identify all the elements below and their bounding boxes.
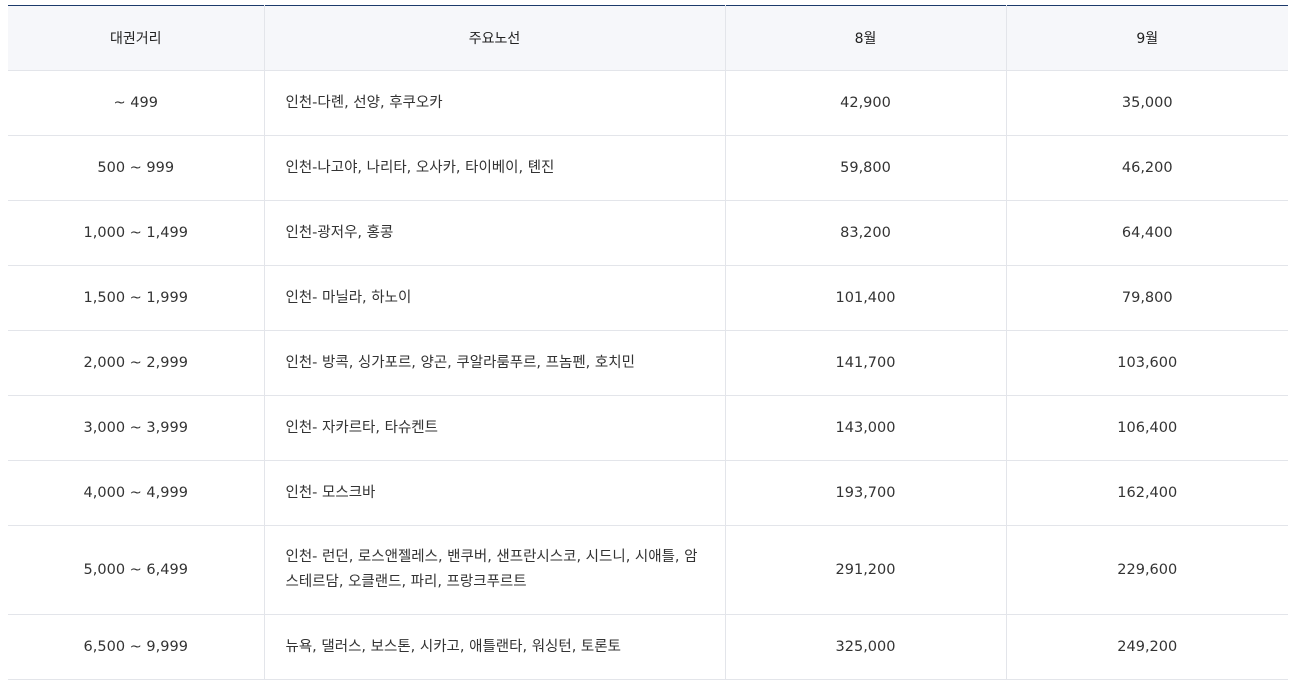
- september-cell: 46,200: [1005, 135, 1288, 201]
- fuel-surcharge-table-wrapper: 대권거리 주요노선 8월 9월 ~ 499 인천-다롄, 선양, 후쿠오카 42…: [8, 5, 1288, 680]
- august-cell: 42,900: [724, 70, 1006, 136]
- table-row: ~ 499 인천-다롄, 선양, 후쿠오카 42,900 35,000: [8, 70, 1288, 136]
- table-row: 3,000 ~ 3,999 인천- 자카르타, 타슈켄트 143,000 106…: [8, 395, 1288, 461]
- august-cell: 193,700: [724, 460, 1006, 526]
- table-row: 1,500 ~ 1,999 인천- 마닐라, 하노이 101,400 79,80…: [8, 265, 1288, 331]
- september-cell: 35,000: [1005, 70, 1288, 136]
- routes-cell: 인천- 방콕, 싱가포르, 양곤, 쿠알라룸푸르, 프놈펜, 호치민: [263, 330, 725, 396]
- august-cell: 141,700: [724, 330, 1006, 396]
- august-cell: 59,800: [724, 135, 1006, 201]
- table-row: 4,000 ~ 4,999 인천- 모스크바 193,700 162,400: [8, 460, 1288, 526]
- september-cell: 162,400: [1005, 460, 1288, 526]
- table-row: 6,500 ~ 9,999 뉴욕, 댈러스, 보스톤, 시카고, 애틀랜타, 워…: [8, 614, 1288, 680]
- table-header: 대권거리 주요노선 8월 9월: [8, 5, 1288, 71]
- distance-cell: 4,000 ~ 4,999: [8, 460, 264, 526]
- distance-cell: 5,000 ~ 6,499: [8, 525, 264, 615]
- routes-cell: 인천- 런던, 로스앤젤레스, 밴쿠버, 샌프란시스코, 시드니, 시애틀, 암…: [263, 525, 725, 615]
- header-september: 9월: [1005, 5, 1288, 71]
- header-row: 대권거리 주요노선 8월 9월: [8, 5, 1288, 71]
- header-august: 8월: [724, 5, 1006, 71]
- september-cell: 249,200: [1005, 614, 1288, 680]
- distance-cell: 1,500 ~ 1,999: [8, 265, 264, 331]
- routes-cell: 뉴욕, 댈러스, 보스톤, 시카고, 애틀랜타, 워싱턴, 토론토: [263, 614, 725, 680]
- routes-cell: 인천- 마닐라, 하노이: [263, 265, 725, 331]
- routes-cell: 인천-나고야, 나리타, 오사카, 타이베이, 톈진: [263, 135, 725, 201]
- routes-cell: 인천-광저우, 홍콩: [263, 200, 725, 266]
- header-routes: 주요노선: [263, 5, 725, 71]
- routes-cell: 인천- 자카르타, 타슈켄트: [263, 395, 725, 461]
- table-row: 500 ~ 999 인천-나고야, 나리타, 오사카, 타이베이, 톈진 59,…: [8, 135, 1288, 201]
- distance-cell: 6,500 ~ 9,999: [8, 614, 264, 680]
- september-cell: 229,600: [1005, 525, 1288, 615]
- distance-cell: 1,000 ~ 1,499: [8, 200, 264, 266]
- table-body: ~ 499 인천-다롄, 선양, 후쿠오카 42,900 35,000 500 …: [8, 70, 1288, 680]
- distance-cell: ~ 499: [8, 70, 264, 136]
- september-cell: 103,600: [1005, 330, 1288, 396]
- august-cell: 325,000: [724, 614, 1006, 680]
- distance-cell: 2,000 ~ 2,999: [8, 330, 264, 396]
- table-row: 5,000 ~ 6,499 인천- 런던, 로스앤젤레스, 밴쿠버, 샌프란시스…: [8, 525, 1288, 615]
- header-distance: 대권거리: [8, 5, 264, 71]
- august-cell: 291,200: [724, 525, 1006, 615]
- august-cell: 143,000: [724, 395, 1006, 461]
- table-row: 1,000 ~ 1,499 인천-광저우, 홍콩 83,200 64,400: [8, 200, 1288, 266]
- august-cell: 83,200: [724, 200, 1006, 266]
- september-cell: 106,400: [1005, 395, 1288, 461]
- table-row: 2,000 ~ 2,999 인천- 방콕, 싱가포르, 양곤, 쿠알라룸푸르, …: [8, 330, 1288, 396]
- august-cell: 101,400: [724, 265, 1006, 331]
- fuel-surcharge-table: 대권거리 주요노선 8월 9월 ~ 499 인천-다롄, 선양, 후쿠오카 42…: [8, 5, 1288, 680]
- routes-cell: 인천-다롄, 선양, 후쿠오카: [263, 70, 725, 136]
- distance-cell: 500 ~ 999: [8, 135, 264, 201]
- routes-cell: 인천- 모스크바: [263, 460, 725, 526]
- september-cell: 64,400: [1005, 200, 1288, 266]
- september-cell: 79,800: [1005, 265, 1288, 331]
- distance-cell: 3,000 ~ 3,999: [8, 395, 264, 461]
